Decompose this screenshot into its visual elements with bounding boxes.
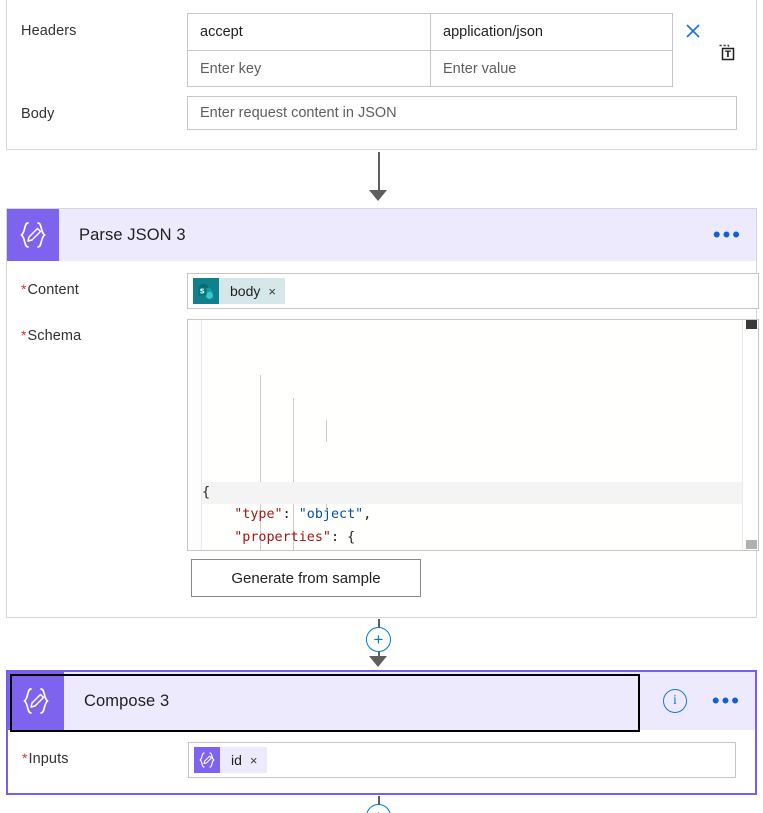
compose-title: Compose 3 [84, 691, 170, 710]
code-token: "properties" [234, 529, 331, 545]
close-icon[interactable] [680, 18, 706, 44]
editor-vertical-scrollbar[interactable] [742, 320, 758, 550]
compose-more-menu[interactable]: ••• [712, 690, 741, 712]
indent-guide [326, 420, 327, 442]
sharepoint-icon: S [193, 278, 219, 304]
generate-from-sample-button[interactable]: Generate from sample [191, 559, 421, 597]
add-step-button-bottom[interactable]: + [366, 804, 391, 813]
connector-arrow [369, 656, 387, 667]
code-token: "type" [234, 507, 283, 522]
editor-gutter [188, 320, 202, 550]
add-step-button[interactable]: + [366, 627, 391, 652]
compose-icon [8, 672, 64, 730]
header-value-input-empty[interactable]: Enter value [430, 51, 672, 86]
code-line: "properties": { [202, 527, 742, 550]
headers-field-label: Headers [21, 23, 77, 39]
code-line: "@@odata.context": { [202, 549, 742, 550]
parse-json-icon [7, 209, 59, 261]
chip-content: body × [219, 278, 285, 304]
connector-arrow [369, 190, 387, 201]
code-line: "type": "object", [202, 504, 742, 527]
parse-json-action-card[interactable]: Parse JSON 3 ••• *Content S body × *Sche… [6, 208, 759, 618]
code-token: "object" [298, 507, 364, 522]
schema-code-editor[interactable]: { "type": "object", "properties": { "@@o… [187, 319, 759, 551]
code-line: { [202, 481, 742, 504]
svg-text:T: T [725, 50, 732, 60]
parse-json-title: Parse JSON 3 [79, 225, 186, 244]
header-key-input[interactable]: accept [188, 14, 430, 50]
table-row: accept application/json [188, 14, 672, 50]
dynamic-content-chip-id[interactable]: id × [194, 747, 267, 773]
header-value-input[interactable]: application/json [430, 14, 672, 50]
parse-json-header[interactable]: Parse JSON 3 ••• [7, 209, 756, 261]
code-token: : { [331, 529, 356, 545]
editor-resize-handle[interactable] [746, 540, 757, 549]
schema-field-label: *Schema [21, 327, 82, 344]
flow-designer-canvas: Headers accept application/json Enter ke… [0, 0, 763, 813]
schema-code-text[interactable]: { "type": "object", "properties": { "@@o… [202, 320, 742, 550]
header-key-input-empty[interactable]: Enter key [188, 51, 430, 86]
connector-line [378, 152, 380, 192]
http-action-card: Headers accept application/json Enter ke… [6, 0, 757, 150]
compose-header[interactable]: Compose 3 i ••• [8, 672, 755, 730]
chip-remove-icon[interactable]: × [268, 284, 276, 299]
chip-label: id [231, 752, 242, 768]
inputs-field-label: *Inputs [22, 750, 69, 767]
chip-content: id × [220, 747, 267, 773]
content-field-label: *Content [21, 281, 79, 298]
dynamic-content-chip-body[interactable]: S body × [193, 278, 285, 304]
parse-json-more-menu[interactable]: ••• [713, 224, 742, 246]
code-token: { [202, 484, 211, 500]
content-input[interactable]: S body × [187, 273, 759, 309]
chip-remove-icon[interactable]: × [250, 753, 258, 768]
table-row: Enter key Enter value [188, 50, 672, 86]
code-token: , [363, 507, 372, 522]
chip-label: body [230, 283, 261, 299]
svg-text:S: S [200, 288, 205, 296]
inputs-input[interactable]: id × [188, 742, 736, 778]
parse-json-icon [194, 747, 220, 773]
body-input[interactable]: Enter request content in JSON [187, 96, 737, 130]
scrollbar-thumb[interactable] [746, 320, 757, 329]
info-icon[interactable]: i [663, 689, 687, 713]
compose-action-card[interactable]: Compose 3 i ••• *Inputs id × [6, 670, 757, 795]
body-field-label: Body [21, 106, 55, 122]
code-token: : [282, 507, 299, 522]
switch-to-text-mode-icon[interactable]: T [714, 40, 740, 66]
headers-key-value-table: accept application/json Enter key Enter … [187, 13, 673, 87]
